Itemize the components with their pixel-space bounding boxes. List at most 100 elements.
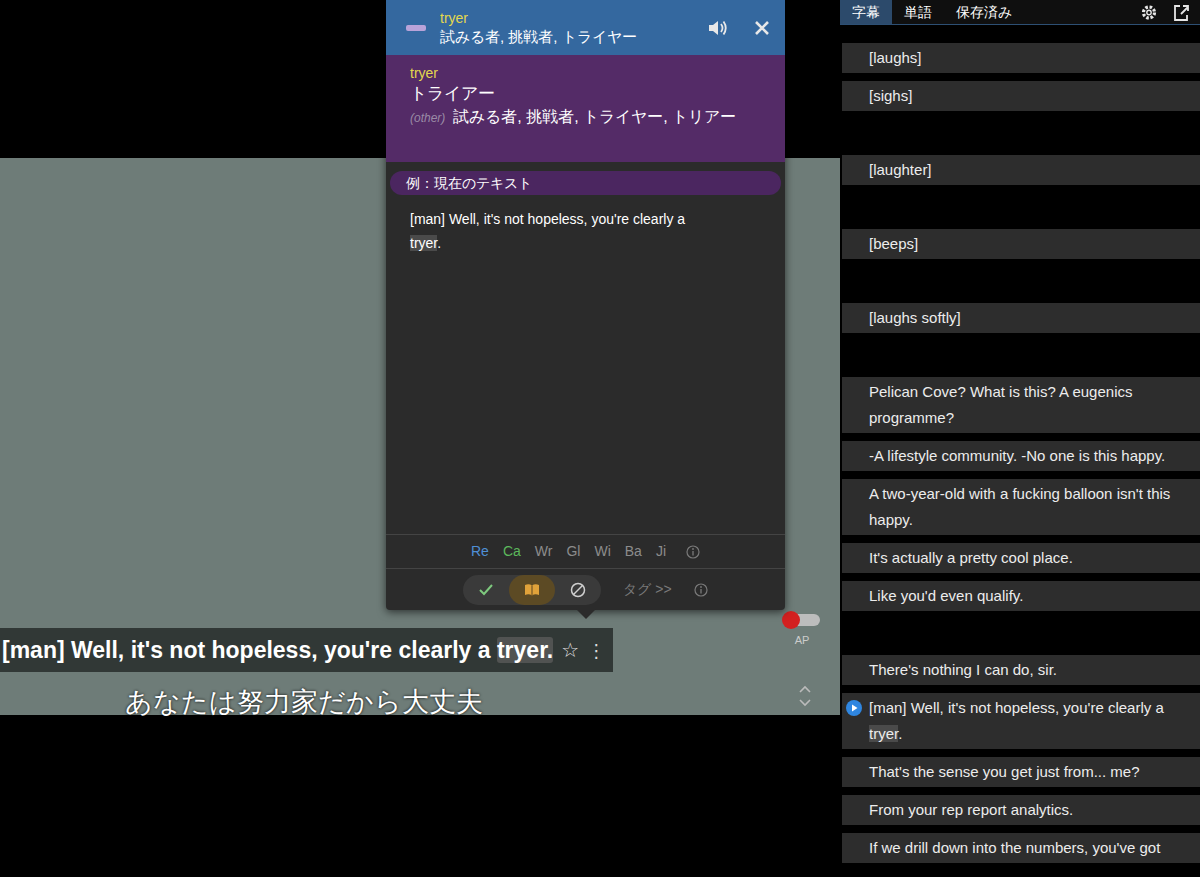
subtitle-row[interactable]: Like you'd even qualify. — [842, 581, 1200, 611]
subtitle-text[interactable]: Like you'd even qualify. — [869, 587, 1023, 604]
subtitle-row[interactable]: A two-year-old with a fucking balloon is… — [842, 479, 1200, 535]
subtitle-row[interactable]: There's nothing I can do, sir. — [842, 655, 1200, 685]
info-icon[interactable] — [694, 583, 708, 597]
subtitle-row[interactable]: If we drill down into the numbers, you'v… — [842, 833, 1200, 863]
action-bar: タグ >> — [386, 568, 785, 610]
ignore-icon[interactable] — [569, 581, 587, 599]
subtitle-row[interactable]: [laughs softly] — [842, 303, 1200, 333]
dictionary-popup[interactable]: tryer試みる者, 挑戦者, トライヤーtryerトライアー(other)試み… — [386, 0, 785, 610]
row-text: Pelican Cove? What is this? A eugenics p… — [869, 379, 1184, 431]
subtitle-row[interactable]: [man] Well, it's not hopeless, you're cl… — [842, 693, 1200, 749]
toggle-track[interactable] — [784, 614, 820, 626]
ignore-button[interactable] — [555, 575, 601, 605]
menu-button[interactable]: ⋮ — [587, 637, 605, 664]
spacer — [1024, 0, 1140, 24]
source-link[interactable]: Ba — [625, 541, 642, 562]
entry-reading: トライアー — [410, 82, 761, 106]
row-text: [laughs] — [869, 45, 1184, 71]
learning-icon[interactable] — [523, 581, 541, 599]
highlighted-word[interactable]: tryer — [869, 725, 898, 742]
subtitle-text[interactable]: If we drill down into the numbers, you'v… — [869, 839, 1160, 856]
subtitle-text[interactable]: [sighs] — [869, 87, 912, 104]
subtitle-row[interactable]: -A lifestyle community. -No one is this … — [842, 441, 1200, 471]
subtitle-text[interactable]: It's actually a pretty cool place. — [869, 549, 1073, 566]
close-icon[interactable] — [753, 19, 771, 37]
highlighted-word[interactable]: tryer. — [497, 637, 553, 663]
subtitle-text[interactable]: There's nothing I can do, sir. — [869, 661, 1057, 678]
star-button[interactable]: ☆ — [561, 635, 579, 665]
ap-toggle[interactable]: AP — [784, 614, 820, 649]
row-text: [laughs softly] — [869, 305, 1184, 331]
subtitle-text[interactable]: [laughs] — [869, 49, 922, 66]
highlighted-word[interactable]: tryer — [410, 235, 437, 251]
source-link[interactable]: Re — [471, 541, 489, 562]
subtitle-text[interactable]: That's the sense you get just from... me… — [869, 763, 1140, 780]
row-text: It's actually a pretty cool place. — [869, 545, 1184, 571]
blank-row — [840, 341, 1200, 369]
source-links: Re Ca Wr Gl Wi Ba Ji — [386, 534, 785, 568]
subtitle-bar: [man] Well, it's not hopeless, you're cl… — [0, 628, 613, 672]
subtitle-text[interactable]: A two-year-old with a fucking balloon is… — [869, 485, 1175, 528]
known-icon[interactable] — [477, 581, 495, 599]
source-link[interactable]: Wr — [535, 541, 553, 562]
row-text: From your rep report analytics. — [869, 797, 1184, 823]
entry-word: tryer — [410, 65, 761, 82]
info-icon[interactable] — [686, 545, 700, 559]
row-text: [laughter] — [869, 157, 1184, 183]
row-text: -A lifestyle community. -No one is this … — [869, 443, 1184, 469]
subtitle-list: [laughs] [sighs] [laughter] [beeps] [laughs … — [840, 25, 1200, 877]
tag-button[interactable]: タグ >> — [623, 579, 671, 600]
subtitle-row[interactable]: [beeps] — [842, 229, 1200, 259]
export-icon[interactable] — [1172, 0, 1190, 25]
learning-button[interactable] — [509, 575, 555, 605]
subtitle-row[interactable]: It's actually a pretty cool place. — [842, 543, 1200, 573]
subtitle-row[interactable]: That's the sense you get just from... me… — [842, 757, 1200, 787]
subtitle-text[interactable]: [laughs softly] — [869, 309, 961, 326]
source-link[interactable]: Wi — [594, 541, 610, 562]
subtitle-text[interactable]: Pelican Cove? What is this? A eugenics p… — [869, 383, 1137, 426]
dictionary-entry: tryerトライアー (other) 試みる者, 挑戦者, トライヤー, トリアー — [386, 55, 785, 162]
subtitle-text[interactable]: From your rep report analytics. — [869, 801, 1073, 818]
status-buttons — [463, 575, 601, 605]
subtitle-row[interactable]: Pelican Cove? What is this? A eugenics p… — [842, 377, 1200, 433]
blank-row — [840, 619, 1200, 647]
source-link[interactable]: Ji — [656, 541, 666, 562]
subtitle-text[interactable]: [laughter] — [869, 161, 932, 178]
subtitle-row[interactable]: [laughs] — [842, 43, 1200, 73]
row-text: That's the sense you get just from... me… — [869, 759, 1184, 785]
header-meaning: 試みる者, 挑戦者, トライヤー — [440, 27, 693, 47]
subtitle-text[interactable]: . — [898, 725, 902, 742]
chevron-updown-icon[interactable] — [797, 683, 813, 709]
play-icon[interactable] — [846, 700, 862, 716]
subtitle-text[interactable]: [man] Well, it's not hopeless, you're cl… — [869, 699, 1168, 716]
popup-header: tryer試みる者, 挑戦者, トライヤー — [386, 0, 785, 55]
speaker-icon[interactable] — [707, 18, 729, 38]
source-link[interactable]: Gl — [566, 541, 580, 562]
example-text: [man] Well, it's not hopeless, you're cl… — [410, 207, 720, 255]
tab[interactable]: 字幕 — [840, 0, 892, 24]
subtitle-text[interactable]: . — [437, 235, 441, 251]
subtitle-english[interactable]: [man] Well, it's not hopeless, you're cl… — [2, 634, 553, 666]
entry-other: (other) 試みる者, 挑戦者, トライヤー, トリアー — [410, 106, 761, 129]
subtitle-row[interactable]: [laughter] — [842, 155, 1200, 185]
source-link[interactable]: Ca — [503, 541, 521, 562]
other-meanings: 試みる者, 挑戦者, トライヤー, トリアー — [453, 108, 736, 125]
known-button[interactable] — [463, 575, 509, 605]
blank-row — [840, 267, 1200, 295]
header-text: tryer試みる者, 挑戦者, トライヤー — [440, 9, 693, 47]
toggle-knob[interactable] — [782, 611, 800, 629]
subtitle-text[interactable]: [man] Well, it's not hopeless, you're cl… — [410, 211, 689, 227]
status-icon[interactable] — [406, 25, 426, 31]
tab[interactable]: 保存済み — [944, 0, 1024, 24]
subtitle-text[interactable]: [man] Well, it's not hopeless, you're cl… — [2, 637, 497, 663]
tab[interactable]: 単語 — [892, 0, 944, 24]
subtitle-text[interactable]: -A lifestyle community. -No one is this … — [869, 447, 1165, 464]
row-text: If we drill down into the numbers, you'v… — [869, 835, 1184, 861]
other-label: (other) — [410, 111, 445, 125]
subtitle-japanese[interactable]: あなたは努力家だから大丈夫 — [125, 684, 483, 720]
example-label: 例：現在のテキスト — [390, 171, 781, 195]
subtitle-row[interactable]: [sighs] — [842, 81, 1200, 111]
gear-icon[interactable] — [1140, 0, 1158, 25]
subtitle-row[interactable]: From your rep report analytics. — [842, 795, 1200, 825]
subtitle-text[interactable]: [beeps] — [869, 235, 918, 252]
